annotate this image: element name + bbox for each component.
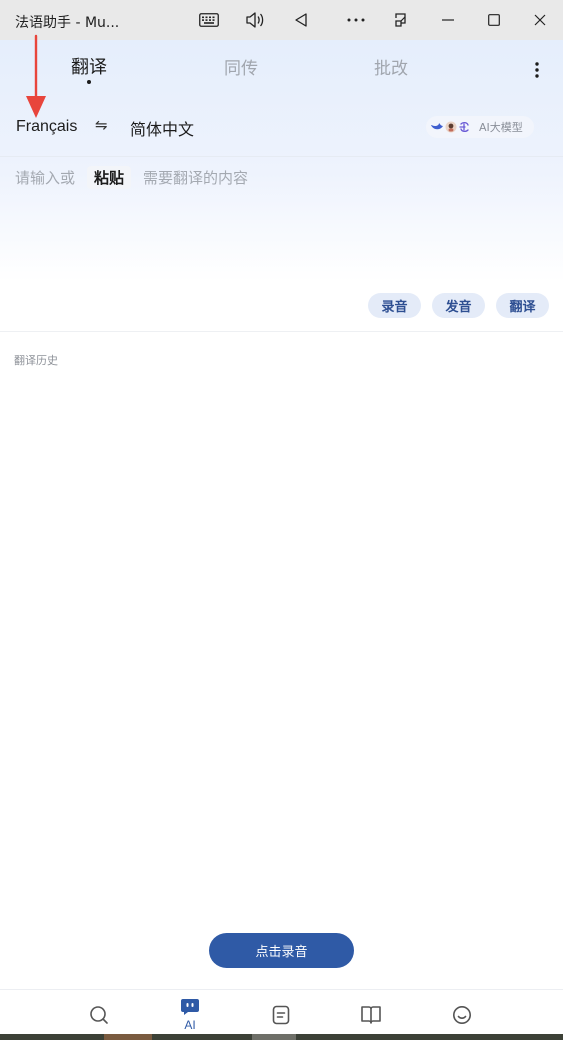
minimize-icon[interactable] [425, 0, 471, 40]
back-icon[interactable] [278, 0, 324, 40]
search-icon [90, 1006, 108, 1024]
source-language[interactable]: Français [16, 118, 77, 136]
nav-ai-label: AI [184, 1018, 196, 1032]
divider [0, 331, 563, 332]
model-selector[interactable]: AI大模型 [426, 116, 534, 138]
book-icon [361, 1006, 381, 1024]
notes-icon [272, 1005, 290, 1025]
resize-icon[interactable] [379, 0, 425, 40]
tab-interpret[interactable]: 同传 [224, 54, 258, 79]
smile-icon [453, 1006, 471, 1024]
kebab-menu-icon[interactable] [526, 58, 548, 82]
tap-to-record-button[interactable]: 点击录音 [209, 933, 354, 968]
history-heading: 翻译历史 [14, 354, 58, 367]
tab-bar: 翻译 同传 批改 [0, 40, 563, 92]
close-icon[interactable] [517, 0, 563, 40]
speaker-icon[interactable] [232, 0, 278, 40]
nav-notes[interactable] [261, 990, 301, 1035]
input-placeholder-suffix: 需要翻译的内容 [143, 168, 249, 187]
swap-languages-icon[interactable]: ⇋ [95, 116, 108, 134]
nav-profile[interactable] [442, 990, 482, 1035]
tab-correct[interactable]: 批改 [374, 54, 408, 79]
nav-search[interactable] [79, 990, 119, 1035]
active-tab-indicator [87, 80, 91, 84]
divider [0, 156, 563, 157]
ai-icon [181, 999, 199, 1015]
pronounce-button[interactable]: 发音 [432, 293, 485, 318]
model-logos [430, 121, 471, 133]
os-taskbar-edge [0, 1034, 563, 1040]
avatar-logo-icon [445, 121, 457, 133]
record-button[interactable]: 录音 [368, 293, 421, 318]
tab-translate[interactable]: 翻译 [71, 53, 107, 79]
model-label: AI大模型 [479, 121, 523, 134]
window-titlebar: 法语助手 - Mu... [0, 0, 563, 40]
window-title: 法语助手 - Mu... [15, 15, 120, 31]
swirl-logo-icon [459, 121, 469, 133]
translate-input[interactable]: 请输入或 粘贴 需要翻译的内容 [15, 165, 249, 189]
nav-ai[interactable]: AI [170, 990, 210, 1035]
translate-button[interactable]: 翻译 [496, 293, 549, 318]
target-language[interactable]: 简体中文 [130, 116, 194, 140]
more-icon[interactable] [333, 0, 379, 40]
input-placeholder-prefix: 请输入或 [15, 168, 76, 187]
language-selector: Français ⇋ 简体中文 AI大模型 [0, 107, 563, 147]
keyboard-icon[interactable] [186, 0, 232, 40]
bottom-nav: AI [0, 989, 563, 1034]
nav-book[interactable] [351, 990, 391, 1035]
paste-button[interactable]: 粘贴 [87, 165, 132, 189]
maximize-icon[interactable] [471, 0, 517, 40]
whale-icon [431, 123, 443, 130]
